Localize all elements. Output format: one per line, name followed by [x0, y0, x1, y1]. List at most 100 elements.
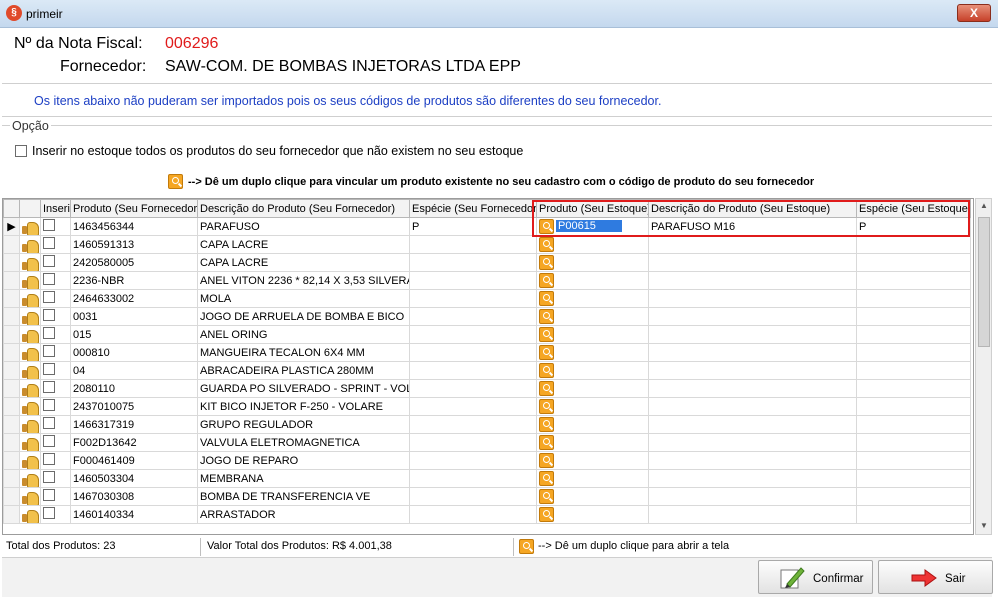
cell-desc-est[interactable] — [648, 289, 857, 308]
cell-prod-forn[interactable]: 2236-NBR — [70, 271, 198, 290]
thumbs-up-icon[interactable] — [19, 289, 41, 308]
cell-prod-est[interactable] — [536, 289, 649, 308]
row-indicator[interactable] — [3, 343, 20, 362]
cell-esp-est[interactable] — [856, 469, 971, 488]
row-insert-checkbox[interactable] — [40, 325, 71, 344]
lookup-search-icon[interactable] — [539, 291, 554, 306]
cell-desc-forn[interactable]: KIT BICO INJETOR F-250 - VOLARE — [197, 397, 410, 416]
row-insert-checkbox[interactable] — [40, 469, 71, 488]
thumbs-up-icon[interactable] — [19, 253, 41, 272]
cell-esp-est[interactable] — [856, 379, 971, 398]
row-indicator[interactable]: ▶ — [3, 217, 20, 236]
header-inserir[interactable]: Inserir — [40, 199, 71, 218]
cell-prod-est[interactable] — [536, 487, 649, 506]
cell-prod-forn[interactable]: 2420580005 — [70, 253, 198, 272]
cell-prod-est[interactable] — [536, 307, 649, 326]
cell-prod-forn[interactable]: 1460140334 — [70, 505, 198, 524]
cell-prod-forn[interactable]: F000461409 — [70, 451, 198, 470]
cell-esp-est[interactable] — [856, 415, 971, 434]
lookup-search-icon[interactable] — [539, 381, 554, 396]
cell-esp-forn[interactable] — [409, 253, 537, 272]
lookup-search-icon[interactable] — [539, 435, 554, 450]
grid-scrollbar[interactable]: ▲ ▼ — [975, 198, 992, 535]
lookup-search-icon[interactable] — [539, 471, 554, 486]
cell-desc-est[interactable] — [648, 505, 857, 524]
cell-prod-est[interactable] — [536, 451, 649, 470]
cell-desc-est[interactable] — [648, 397, 857, 416]
table-row[interactable]: 2236-NBR ANEL VITON 2236 * 82,14 X 3,53 S… — [3, 271, 971, 290]
header-esp-est[interactable]: Espécie (Seu Estoque) — [856, 199, 971, 218]
cell-esp-est[interactable] — [856, 451, 971, 470]
lookup-search-icon[interactable] — [539, 327, 554, 342]
thumbs-up-icon[interactable] — [19, 271, 41, 290]
cell-desc-est[interactable] — [648, 415, 857, 434]
cell-prod-forn[interactable]: 1467030308 — [70, 487, 198, 506]
cell-esp-est[interactable] — [856, 505, 971, 524]
row-insert-checkbox[interactable] — [40, 379, 71, 398]
cell-prod-forn[interactable]: 015 — [70, 325, 198, 344]
row-indicator[interactable] — [3, 307, 20, 326]
lookup-search-icon[interactable] — [539, 489, 554, 504]
row-indicator[interactable] — [3, 451, 20, 470]
table-row[interactable]: 015 ANEL ORING — [3, 325, 971, 344]
scroll-thumb[interactable] — [978, 217, 990, 347]
cell-esp-est[interactable] — [856, 307, 971, 326]
cell-prod-est[interactable] — [536, 397, 649, 416]
insert-all-label[interactable]: Inserir no estoque todos os produtos do … — [32, 144, 523, 158]
cell-desc-forn[interactable]: GRUPO REGULADOR — [197, 415, 410, 434]
cell-desc-est[interactable] — [648, 325, 857, 344]
row-indicator[interactable] — [3, 415, 20, 434]
thumbs-up-icon[interactable] — [19, 379, 41, 398]
cell-desc-est[interactable] — [648, 235, 857, 254]
cell-desc-forn[interactable]: CAPA LACRE — [197, 253, 410, 272]
cell-esp-forn[interactable] — [409, 379, 537, 398]
row-indicator[interactable] — [3, 253, 20, 272]
scroll-up-icon[interactable]: ▲ — [980, 201, 988, 210]
header-prod-forn[interactable]: Produto (Seu Fornecedor) — [70, 199, 198, 218]
row-indicator[interactable] — [3, 469, 20, 488]
cell-esp-forn[interactable] — [409, 235, 537, 254]
header-prod-est[interactable]: Produto (Seu Estoque) — [536, 199, 649, 218]
cell-desc-est[interactable] — [648, 307, 857, 326]
cell-esp-forn[interactable] — [409, 505, 537, 524]
cell-esp-est[interactable] — [856, 487, 971, 506]
cell-desc-est[interactable] — [648, 379, 857, 398]
thumbs-up-icon[interactable] — [19, 505, 41, 524]
cell-prod-est[interactable] — [536, 271, 649, 290]
cell-desc-est[interactable] — [648, 451, 857, 470]
table-row[interactable]: 2080110 GUARDA PO SILVERADO - SPRINT - VO… — [3, 379, 971, 398]
cell-desc-forn[interactable]: ANEL ORING — [197, 325, 410, 344]
row-indicator[interactable] — [3, 505, 20, 524]
cell-esp-est[interactable] — [856, 325, 971, 344]
cell-esp-est[interactable] — [856, 361, 971, 380]
cell-prod-est[interactable] — [536, 469, 649, 488]
cell-esp-est[interactable] — [856, 289, 971, 308]
sair-button[interactable]: Sair — [878, 560, 993, 594]
cell-desc-est[interactable] — [648, 433, 857, 452]
header-desc-est[interactable]: Descrição do Produto (Seu Estoque) — [648, 199, 857, 218]
cell-esp-forn[interactable] — [409, 451, 537, 470]
row-insert-checkbox[interactable] — [40, 253, 71, 272]
cell-prod-forn[interactable]: 1460591313 — [70, 235, 198, 254]
cell-prod-forn[interactable]: 000810 — [70, 343, 198, 362]
cell-desc-forn[interactable]: ARRASTADOR — [197, 505, 410, 524]
cell-desc-forn[interactable]: PARAFUSO — [197, 217, 410, 236]
row-insert-checkbox[interactable] — [40, 289, 71, 308]
thumbs-up-icon[interactable] — [19, 487, 41, 506]
row-insert-checkbox[interactable] — [40, 307, 71, 326]
cell-desc-forn[interactable]: JOGO DE REPARO — [197, 451, 410, 470]
cell-desc-est[interactable] — [648, 253, 857, 272]
row-insert-checkbox[interactable] — [40, 505, 71, 524]
row-indicator[interactable] — [3, 397, 20, 416]
row-indicator[interactable] — [3, 433, 20, 452]
table-row[interactable]: F000461409 JOGO DE REPARO — [3, 451, 971, 470]
cell-prod-est[interactable] — [536, 379, 649, 398]
cell-desc-est[interactable]: PARAFUSO M16 — [648, 217, 857, 236]
lookup-search-icon[interactable] — [539, 417, 554, 432]
cell-esp-forn[interactable] — [409, 397, 537, 416]
cell-esp-est[interactable] — [856, 253, 971, 272]
cell-prod-est[interactable] — [536, 235, 649, 254]
cell-desc-est[interactable] — [648, 487, 857, 506]
header-desc-forn[interactable]: Descrição do Produto (Seu Fornecedor) — [197, 199, 410, 218]
lookup-search-icon[interactable] — [539, 255, 554, 270]
